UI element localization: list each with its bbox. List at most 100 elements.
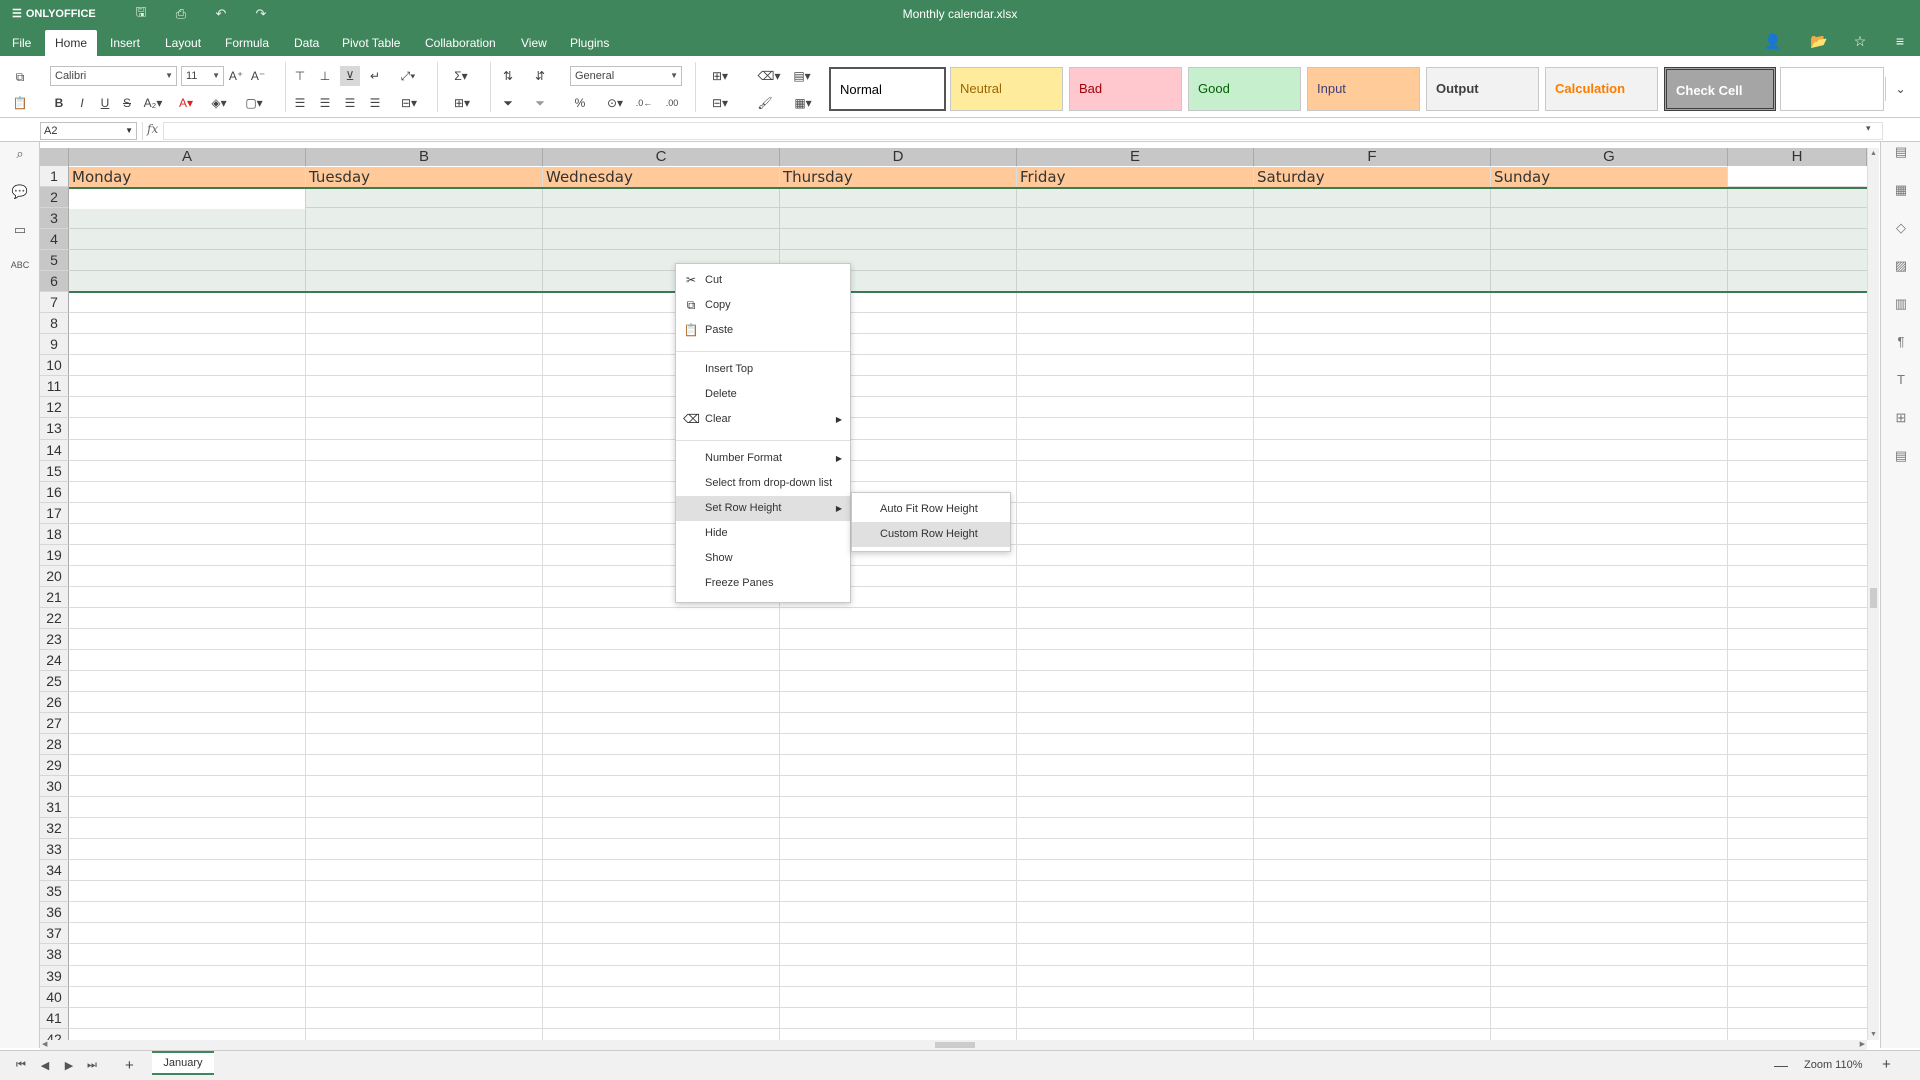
- row-header-23[interactable]: 23: [40, 628, 69, 650]
- zoom-level[interactable]: Zoom 110%: [1804, 1059, 1863, 1071]
- chart-settings-icon[interactable]: ▥: [1892, 296, 1910, 314]
- row-header-41[interactable]: 41: [40, 1007, 69, 1029]
- column-header-f[interactable]: F: [1254, 148, 1491, 166]
- table-settings-icon[interactable]: ▦: [1892, 182, 1910, 200]
- row-header-15[interactable]: 15: [40, 460, 69, 482]
- column-header-b[interactable]: B: [306, 148, 543, 166]
- name-box[interactable]: A2 ▼: [40, 122, 137, 140]
- menu-item-set-row-height[interactable]: Set Row Height ▶: [676, 496, 850, 521]
- sheet-tab-january[interactable]: January: [152, 1051, 214, 1075]
- justify-icon[interactable]: ☰: [365, 93, 385, 113]
- menu-item-hide[interactable]: Hide: [676, 521, 850, 546]
- row-header-4[interactable]: 4: [40, 229, 69, 251]
- spellcheck-icon[interactable]: ABC: [10, 260, 30, 280]
- merge-cells-icon[interactable]: ⊟▾: [395, 93, 423, 113]
- number-format-select[interactable]: General ▼: [570, 66, 682, 86]
- cell-b1[interactable]: Tuesday: [306, 167, 542, 187]
- menu-item-paste[interactable]: 📋 Paste: [676, 318, 850, 343]
- hamburger-menu-icon[interactable]: ≡: [1890, 33, 1910, 51]
- text-art-settings-icon[interactable]: T: [1892, 372, 1910, 390]
- cell-a1[interactable]: Monday: [69, 167, 305, 187]
- tab-file[interactable]: File: [2, 30, 41, 56]
- chat-icon[interactable]: ▭: [10, 222, 30, 242]
- cell-style-neutral[interactable]: Neutral: [950, 67, 1063, 111]
- row-header-18[interactable]: 18: [40, 523, 69, 545]
- pivot-settings-icon[interactable]: ⊞: [1892, 410, 1910, 428]
- percent-icon[interactable]: %: [570, 93, 590, 113]
- scroll-down-icon[interactable]: ▼: [1870, 1031, 1877, 1038]
- cell-style-check-cell[interactable]: Check Cell: [1664, 67, 1776, 111]
- formula-input[interactable]: [163, 122, 1883, 140]
- redo-icon[interactable]: ↷: [252, 5, 270, 23]
- tab-layout[interactable]: Layout: [155, 30, 211, 56]
- copy-icon[interactable]: ⧉: [10, 67, 30, 87]
- increase-decimal-icon[interactable]: .00: [662, 93, 682, 113]
- wrap-text-icon[interactable]: ↵: [365, 66, 385, 86]
- row-header-19[interactable]: 19: [40, 544, 69, 566]
- comments-icon[interactable]: 💬: [10, 184, 30, 204]
- add-sheet-icon[interactable]: +: [125, 1057, 134, 1074]
- vertical-scrollbar[interactable]: ▲ ▼: [1867, 148, 1879, 1040]
- cell-g1[interactable]: Sunday: [1491, 167, 1727, 187]
- cell-c1[interactable]: Wednesday: [543, 167, 779, 187]
- filter-icon[interactable]: ⏷: [498, 93, 518, 113]
- tab-home[interactable]: Home: [45, 30, 98, 56]
- currency-icon[interactable]: ⊙▾: [600, 93, 630, 113]
- row-header-32[interactable]: 32: [40, 818, 69, 840]
- save-icon[interactable]: 🖫: [132, 4, 150, 23]
- underline-icon[interactable]: U: [96, 93, 114, 113]
- column-header-g[interactable]: G: [1491, 148, 1728, 166]
- tab-pivot-table[interactable]: Pivot Table: [332, 30, 410, 56]
- align-top-icon[interactable]: ⊤: [290, 66, 310, 86]
- menu-item-number-format[interactable]: Number Format ▶: [676, 446, 850, 471]
- font-size-select[interactable]: 11 ▼: [181, 66, 224, 86]
- undo-icon[interactable]: ↶: [212, 5, 230, 23]
- column-header-a[interactable]: A: [69, 148, 306, 166]
- row-header-29[interactable]: 29: [40, 755, 69, 777]
- row-header-36[interactable]: 36: [40, 902, 69, 924]
- row-header-37[interactable]: 37: [40, 923, 69, 945]
- cell-settings-icon[interactable]: ▤: [1892, 144, 1910, 162]
- cell-style-good[interactable]: Good: [1188, 67, 1301, 111]
- menu-item-freeze-panes[interactable]: Freeze Panes: [676, 571, 850, 596]
- prev-sheet-icon[interactable]: ◀: [37, 1059, 53, 1073]
- slicer-settings-icon[interactable]: ▤: [1892, 448, 1910, 466]
- row-header-17[interactable]: 17: [40, 502, 69, 524]
- align-right-icon[interactable]: ☰: [340, 93, 360, 113]
- cell-style-input[interactable]: Input: [1307, 67, 1420, 111]
- row-header-16[interactable]: 16: [40, 481, 69, 503]
- strikethrough-icon[interactable]: S: [118, 93, 136, 113]
- increase-font-icon[interactable]: A⁺: [227, 66, 245, 86]
- column-header-d[interactable]: D: [780, 148, 1017, 166]
- delete-cells-icon[interactable]: ⊟▾: [705, 93, 735, 113]
- scroll-right-icon[interactable]: ▶: [1860, 1040, 1865, 1048]
- favorite-star-icon[interactable]: ☆: [1850, 33, 1870, 51]
- tab-view[interactable]: View: [511, 30, 557, 56]
- spreadsheet-grid[interactable]: ABCDEFGH Monday Tuesday Wednesday Thursday F…: [40, 148, 1867, 1040]
- row-header-14[interactable]: 14: [40, 439, 69, 461]
- menu-item-clear[interactable]: ⌫ Clear ▶: [676, 407, 850, 432]
- cell-style-bad[interactable]: Bad: [1069, 67, 1182, 111]
- submenu-item-custom-row-height[interactable]: Custom Row Height: [852, 522, 1010, 547]
- named-ranges-icon[interactable]: ⊞▾: [447, 93, 477, 113]
- sort-descending-icon[interactable]: ⇵: [530, 66, 550, 86]
- borders-icon[interactable]: ▢▾: [240, 93, 268, 113]
- menu-item-copy[interactable]: ⧉ Copy: [676, 293, 850, 318]
- align-left-icon[interactable]: ☰: [290, 93, 310, 113]
- zoom-in-icon[interactable]: +: [1882, 1056, 1891, 1073]
- clear-icon[interactable]: ⌫▾: [755, 66, 783, 86]
- column-header-e[interactable]: E: [1017, 148, 1254, 166]
- formula-expand-icon[interactable]: ▾: [1866, 123, 1871, 134]
- active-cell[interactable]: [69, 189, 305, 209]
- cell-style-output[interactable]: Output: [1426, 67, 1539, 111]
- insert-cells-icon[interactable]: ⊞▾: [705, 66, 735, 86]
- row-header-1[interactable]: 1: [40, 166, 69, 188]
- menu-item-cut[interactable]: ✂ Cut: [676, 268, 850, 293]
- align-middle-icon[interactable]: ⊥: [315, 66, 335, 86]
- cell-f1[interactable]: Saturday: [1254, 167, 1490, 187]
- menu-item-show[interactable]: Show: [676, 546, 850, 571]
- scroll-left-icon[interactable]: ◀: [42, 1040, 47, 1048]
- italic-icon[interactable]: I: [73, 93, 91, 113]
- fill-color-icon[interactable]: ◈▾: [205, 93, 233, 113]
- font-name-select[interactable]: Calibri ▼: [50, 66, 177, 86]
